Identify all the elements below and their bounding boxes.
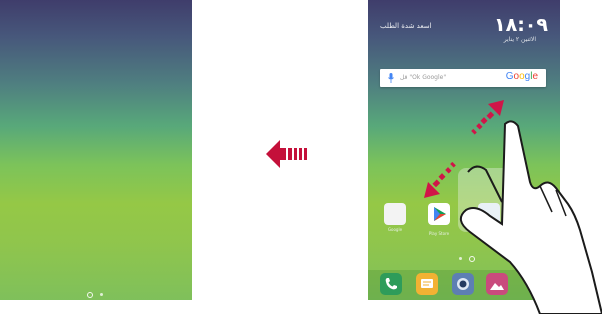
left-arrow-icon bbox=[266, 140, 307, 168]
app-label: Google bbox=[387, 227, 403, 232]
hand-gesture-illustration bbox=[459, 120, 602, 314]
microphone-icon[interactable] bbox=[388, 73, 394, 83]
google-logo: Google bbox=[505, 71, 538, 82]
clock-widget-date: الاثنين ٢ يناير bbox=[503, 36, 536, 43]
app-google-folder[interactable]: Google bbox=[380, 203, 410, 232]
google-folder-icon bbox=[384, 203, 406, 225]
google-search-bar[interactable]: قل "Ok Google" Google bbox=[380, 69, 546, 87]
phone-icon[interactable] bbox=[380, 273, 402, 295]
clock-widget-time[interactable]: ١٨:٠٩ bbox=[494, 14, 548, 36]
page-dot-active bbox=[87, 292, 93, 298]
search-hint: قل "Ok Google" bbox=[400, 74, 447, 81]
home-screen-empty bbox=[0, 0, 192, 300]
page-dot bbox=[100, 293, 103, 296]
page-indicator-left bbox=[87, 292, 103, 298]
status-info: اسعد شدة الطلب bbox=[380, 22, 432, 30]
